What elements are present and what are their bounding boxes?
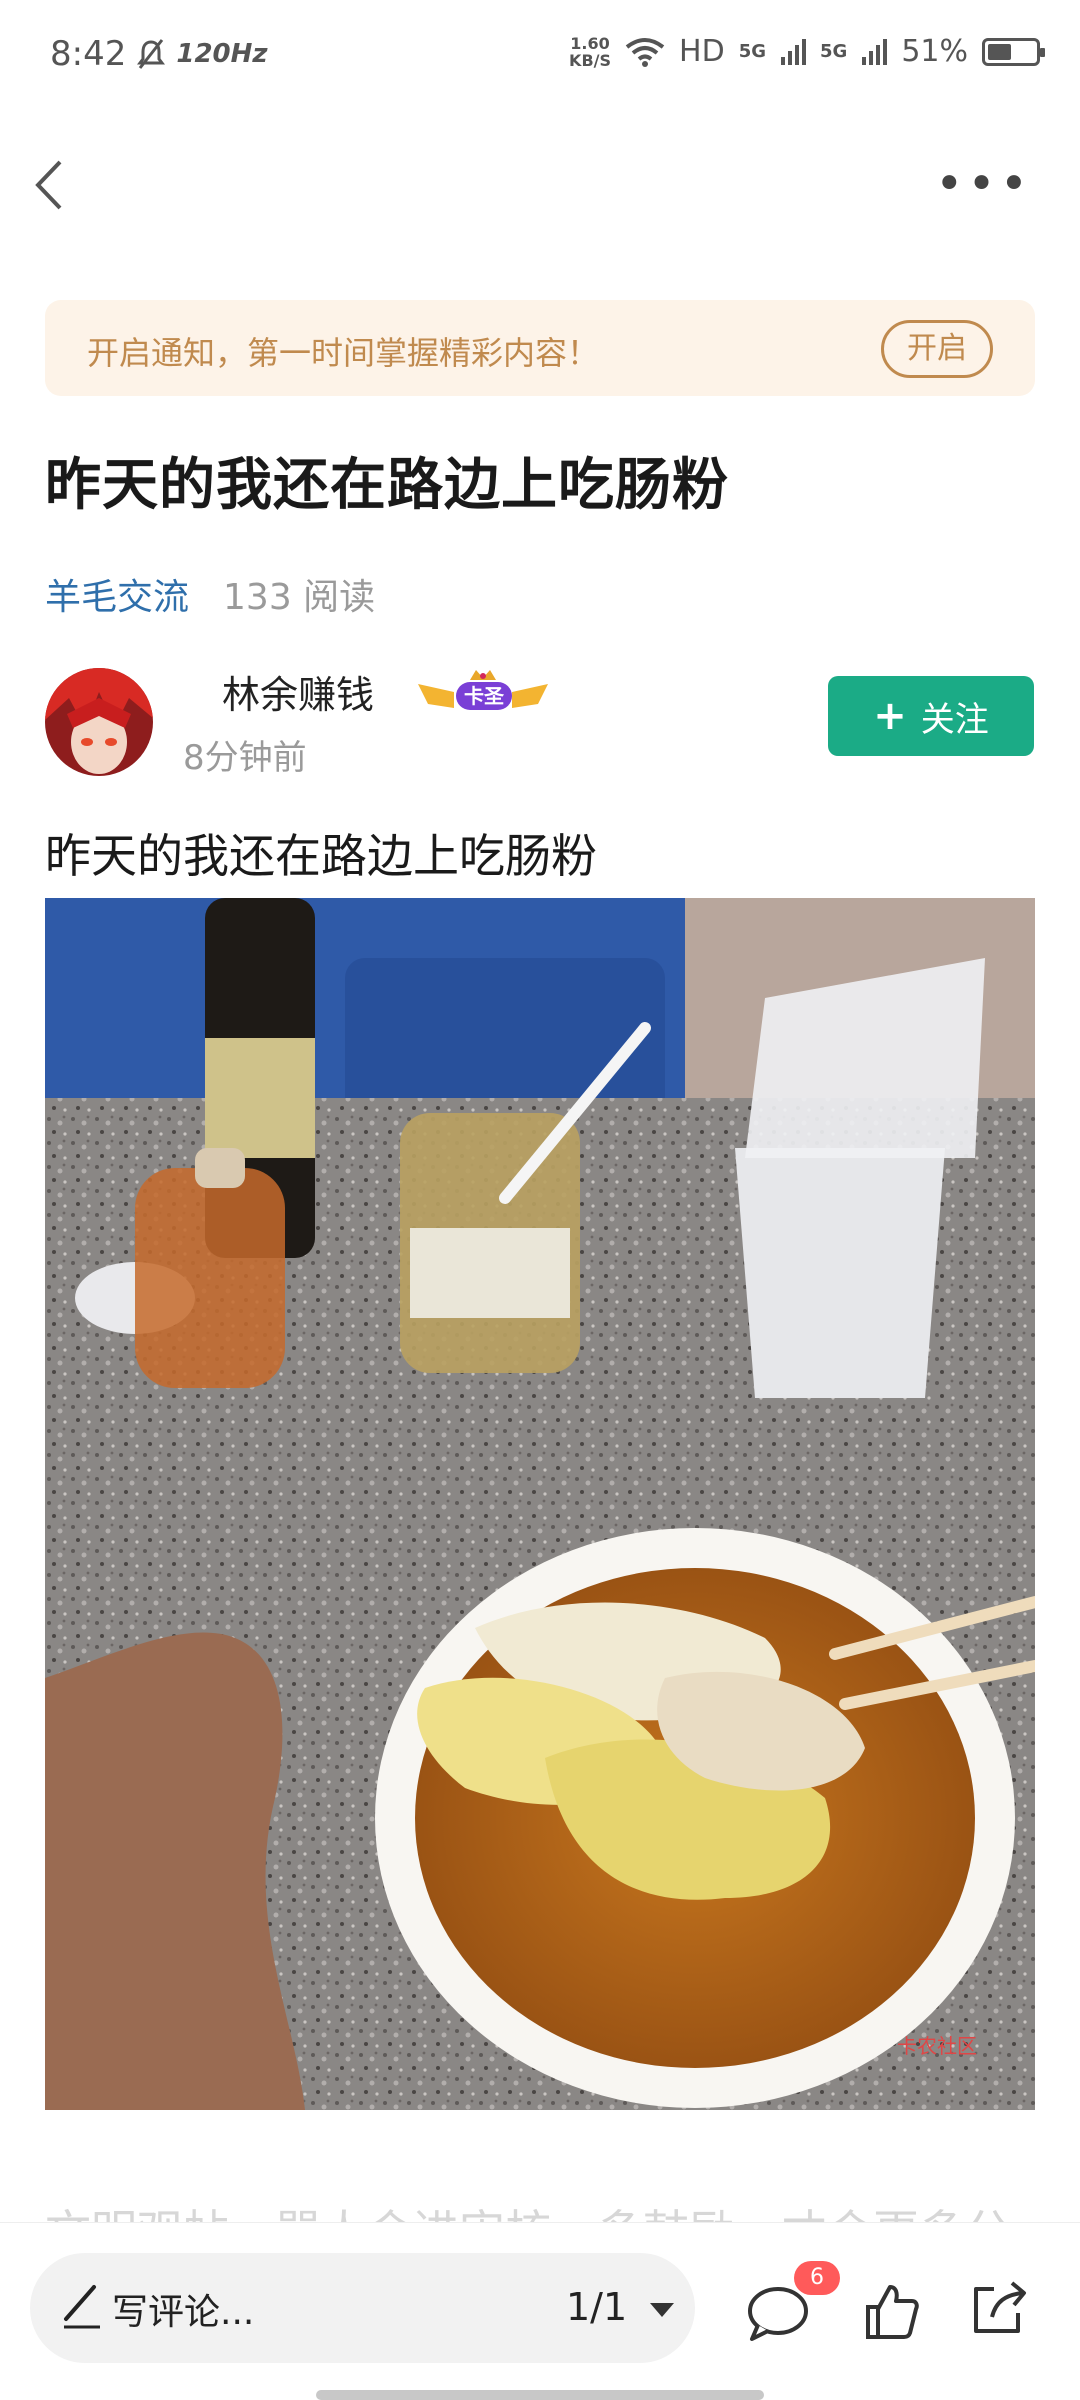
net-speed-unit: KB/S <box>569 50 612 70</box>
comment-placeholder: 写评论... <box>112 2292 255 2333</box>
follow-button[interactable]: + 关注 <box>828 676 1034 756</box>
notification-text: 开启通知，第一时间掌握精彩内容！ <box>87 334 600 372</box>
status-time: 8:42 <box>50 34 127 74</box>
home-indicator[interactable] <box>316 2390 764 2400</box>
net-speed-value: 1.60 <box>570 33 610 53</box>
signal-bars-icon <box>862 38 888 65</box>
wifi-icon <box>625 37 665 67</box>
status-left: 8:42 120Hz <box>50 34 268 74</box>
avatar-image <box>45 668 153 776</box>
battery-percent: 51% <box>901 34 968 69</box>
plus-icon: + <box>873 693 907 739</box>
post-time: 8分钟前 <box>183 738 307 778</box>
battery-icon <box>982 37 1045 66</box>
pen-icon <box>64 2285 100 2329</box>
more-dots-icon[interactable]: ••• <box>935 160 1032 208</box>
category-link[interactable]: 羊毛交流 <box>45 568 189 620</box>
watermark-text: 卡农社区 <box>897 2034 977 2058</box>
status-right: 1.60 KB/S HD 5G 5G 51% <box>569 34 1045 69</box>
signal-5g-1: 5G <box>738 41 766 62</box>
signal-5g-2: 5G <box>820 41 848 62</box>
read-count: 133 阅读 <box>223 577 376 618</box>
avatar[interactable] <box>45 668 153 776</box>
caret-down-icon[interactable] <box>650 2303 674 2317</box>
notification-banner: 开启通知，第一时间掌握精彩内容！ 开启 <box>45 300 1035 396</box>
bottom-bar: 写评论... 1/1 6 <box>0 2222 1080 2400</box>
refresh-rate: 120Hz <box>176 39 268 69</box>
chevron-left-icon[interactable] <box>30 158 80 212</box>
network-hd: HD <box>679 34 725 69</box>
battery-fill <box>988 43 1011 60</box>
post-meta: 羊毛交流 133 阅读 <box>45 568 375 620</box>
signal-bars-icon <box>781 38 806 65</box>
post-title: 昨天的我还在路边上吃肠粉 <box>45 453 729 518</box>
follow-label: 关注 <box>920 699 989 740</box>
page-indicator[interactable]: 1/1 <box>566 2285 627 2329</box>
post-body-text: 昨天的我还在路边上吃肠粉 <box>45 829 597 883</box>
post-photo[interactable]: 卡农社区 <box>45 898 1035 2110</box>
bell-off-icon <box>137 39 166 69</box>
enable-notification-button[interactable]: 开启 <box>881 320 993 378</box>
status-bar: 8:42 120Hz 1.60 KB/S HD 5G 5G 51% <box>0 0 1080 110</box>
thumbs-up-icon[interactable] <box>864 2281 920 2341</box>
author-name[interactable]: 林余赚钱 <box>222 664 374 719</box>
food-photo: 卡农社区 <box>45 898 1035 2110</box>
comment-count-badge: 6 <box>794 2261 840 2295</box>
level-badge: 卡圣 <box>408 666 558 724</box>
share-icon[interactable] <box>968 2279 1028 2339</box>
nav-bar: ••• <box>0 130 1080 240</box>
comment-input[interactable]: 写评论... 1/1 <box>30 2253 695 2363</box>
badge-label: 卡圣 <box>456 682 512 710</box>
net-speed: 1.60 KB/S <box>569 35 611 69</box>
